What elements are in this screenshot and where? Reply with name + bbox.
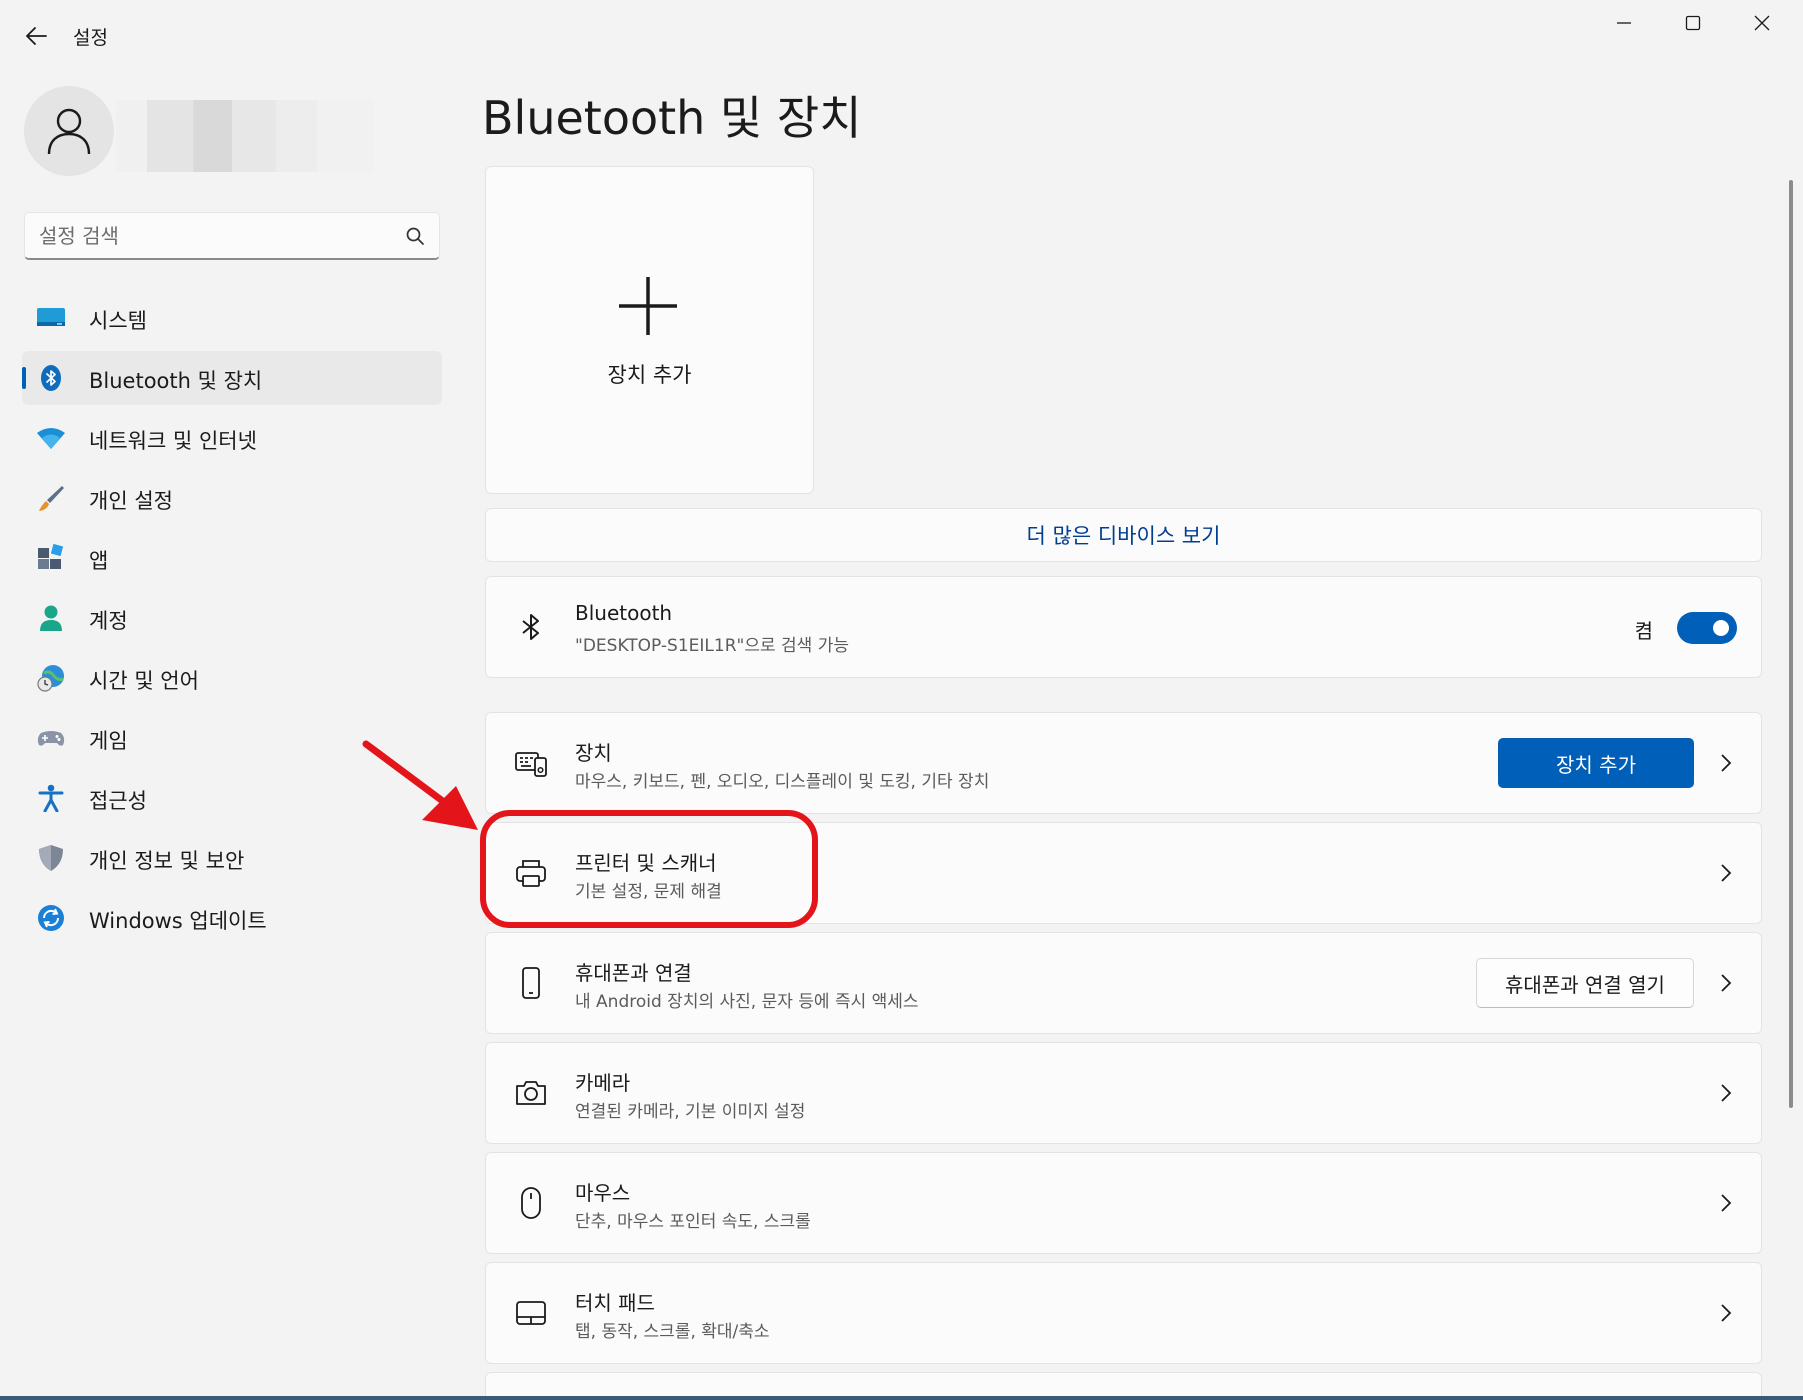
sidebar-item-accessibility[interactable]: 접근성 [22, 771, 442, 825]
mouse-subtitle: 단추, 마우스 포인터 속도, 스크롤 [575, 1212, 811, 1232]
sidebar-item-label: 계정 [89, 609, 128, 633]
bluetooth-toggle-label: 켬 [1634, 619, 1653, 643]
bluetooth-card: Bluetooth "DESKTOP-S1EIL1R"으로 검색 가능 켬 [485, 576, 1762, 678]
mouse-card[interactable]: 마우스 단추, 마우스 포인터 속도, 스크롤 [485, 1152, 1762, 1254]
sidebar-item-label: 게임 [89, 729, 128, 753]
bluetooth-subtitle: "DESKTOP-S1EIL1R"으로 검색 가능 [575, 636, 849, 656]
phone-icon [522, 967, 540, 999]
view-more-devices-link[interactable]: 더 많은 디바이스 보기 [485, 508, 1762, 562]
phone-link-card[interactable]: 휴대폰과 연결 내 Android 장치의 사진, 문자 등에 즉시 액세스 휴… [485, 932, 1762, 1034]
touchpad-icon [516, 1301, 546, 1325]
sidebar-item-label: 접근성 [89, 789, 147, 813]
sidebar-item-label: 앱 [89, 549, 109, 573]
maximize-icon [1685, 15, 1701, 31]
sidebar-item-label: Bluetooth 및 장치 [89, 369, 263, 393]
wifi-icon [37, 428, 65, 449]
paintbrush-icon [39, 486, 64, 511]
person-outline-icon [47, 108, 91, 155]
devices-icon [515, 752, 547, 777]
close-button[interactable] [1728, 0, 1796, 46]
sidebar-item-apps[interactable]: 앱 [22, 531, 442, 585]
open-phone-link-button[interactable]: 휴대폰과 연결 열기 [1476, 958, 1694, 1008]
add-device-button[interactable]: 장치 추가 [1498, 738, 1694, 788]
touchpad-title: 터치 패드 [575, 1291, 655, 1315]
camera-card[interactable]: 카메라 연결된 카메라, 기본 이미지 설정 [485, 1042, 1762, 1144]
printers-title: 프린터 및 스캐너 [575, 851, 717, 875]
clock-globe-icon [37, 665, 64, 692]
phone-link-subtitle: 내 Android 장치의 사진, 문자 등에 즉시 액세스 [575, 992, 919, 1012]
sidebar-item-label: 개인 설정 [89, 489, 173, 513]
phone-link-title: 휴대폰과 연결 [575, 961, 692, 985]
settings-search[interactable] [24, 212, 440, 260]
devices-title: 장치 [575, 741, 612, 765]
printers-subtitle: 기본 설정, 문제 해결 [575, 882, 722, 902]
camera-subtitle: 연결된 카메라, 기본 이미지 설정 [575, 1102, 806, 1122]
chevron-right-icon [1721, 1304, 1732, 1322]
back-arrow-icon [26, 27, 47, 45]
add-device-tile[interactable]: 장치 추가 [485, 166, 814, 494]
bluetooth-title: Bluetooth [575, 601, 673, 625]
accessibility-icon [38, 784, 64, 812]
minimize-button[interactable] [1590, 0, 1658, 46]
chevron-right-icon [1721, 1194, 1732, 1212]
sidebar-item-system[interactable]: 시스템 [22, 291, 442, 345]
chevron-right-icon [1721, 754, 1732, 772]
person-icon [40, 605, 62, 631]
apps-icon [38, 544, 64, 569]
sidebar-item-windows-update[interactable]: Windows 업데이트 [22, 891, 442, 945]
sidebar-item-label: 시간 및 언어 [89, 669, 199, 693]
plus-icon [619, 277, 677, 335]
sidebar-item-privacy[interactable]: 개인 정보 및 보안 [22, 831, 442, 885]
add-device-tile-label: 장치 추가 [607, 363, 692, 387]
sidebar-item-gaming[interactable]: 게임 [22, 711, 442, 765]
settings-window: 설정 설정 검색 시스템 Bluetooth 및 장치 네트워크 및 인터넷 개… [0, 0, 1803, 1400]
page-title: Bluetooth 및 장치 [482, 91, 862, 145]
sidebar-item-accounts[interactable]: 계정 [22, 591, 442, 645]
main-scrollbar[interactable] [1789, 180, 1793, 1108]
sidebar-item-time-language[interactable]: 시간 및 언어 [22, 651, 442, 705]
taskbar-edge [0, 1396, 1803, 1400]
sidebar-item-label: 시스템 [89, 309, 147, 333]
sidebar-item-bluetooth[interactable]: Bluetooth 및 장치 [22, 351, 442, 405]
search-input[interactable] [39, 221, 389, 251]
avatar [24, 86, 114, 176]
mouse-icon [521, 1187, 541, 1219]
printers-scanners-card[interactable]: 프린터 및 스캐너 기본 설정, 문제 해결 [485, 822, 1762, 924]
devices-card[interactable]: 장치 마우스, 키보드, 펜, 오디오, 디스플레이 및 도킹, 기타 장치 장… [485, 712, 1762, 814]
devices-subtitle: 마우스, 키보드, 펜, 오디오, 디스플레이 및 도킹, 기타 장치 [575, 772, 990, 792]
sidebar-nav: 시스템 Bluetooth 및 장치 네트워크 및 인터넷 개인 설정 앱 계정… [22, 291, 442, 951]
camera-icon [516, 1081, 546, 1105]
chevron-right-icon [1721, 1084, 1732, 1102]
title-bar: 설정 [0, 0, 1803, 70]
bluetooth-icon [41, 365, 61, 391]
touchpad-card[interactable]: 터치 패드 탭, 동작, 스크롤, 확대/축소 [485, 1262, 1762, 1364]
sidebar-item-personalization[interactable]: 개인 설정 [22, 471, 442, 525]
chevron-right-icon [1721, 974, 1732, 992]
maximize-button[interactable] [1659, 0, 1727, 46]
search-icon[interactable] [405, 226, 425, 246]
chevron-right-icon [1721, 864, 1732, 882]
sidebar-item-label: 개인 정보 및 보안 [89, 849, 245, 873]
blurred-user-name [116, 100, 374, 172]
close-icon [1754, 15, 1770, 31]
sidebar-item-label: Windows 업데이트 [89, 909, 267, 933]
shield-icon [39, 845, 63, 871]
gamepad-icon [37, 731, 65, 746]
sidebar-item-label: 네트워크 및 인터넷 [89, 429, 257, 453]
back-button[interactable] [16, 16, 56, 56]
touchpad-subtitle: 탭, 동작, 스크롤, 확대/축소 [575, 1322, 770, 1342]
sidebar-item-network[interactable]: 네트워크 및 인터넷 [22, 411, 442, 465]
camera-title: 카메라 [575, 1071, 631, 1095]
mouse-title: 마우스 [575, 1181, 631, 1205]
display-icon [37, 308, 65, 326]
minimize-icon [1617, 22, 1631, 24]
printer-icon [516, 860, 546, 887]
update-icon [38, 905, 64, 931]
bluetooth-icon [522, 614, 539, 640]
bluetooth-toggle[interactable] [1677, 612, 1737, 644]
app-title: 설정 [73, 27, 108, 49]
